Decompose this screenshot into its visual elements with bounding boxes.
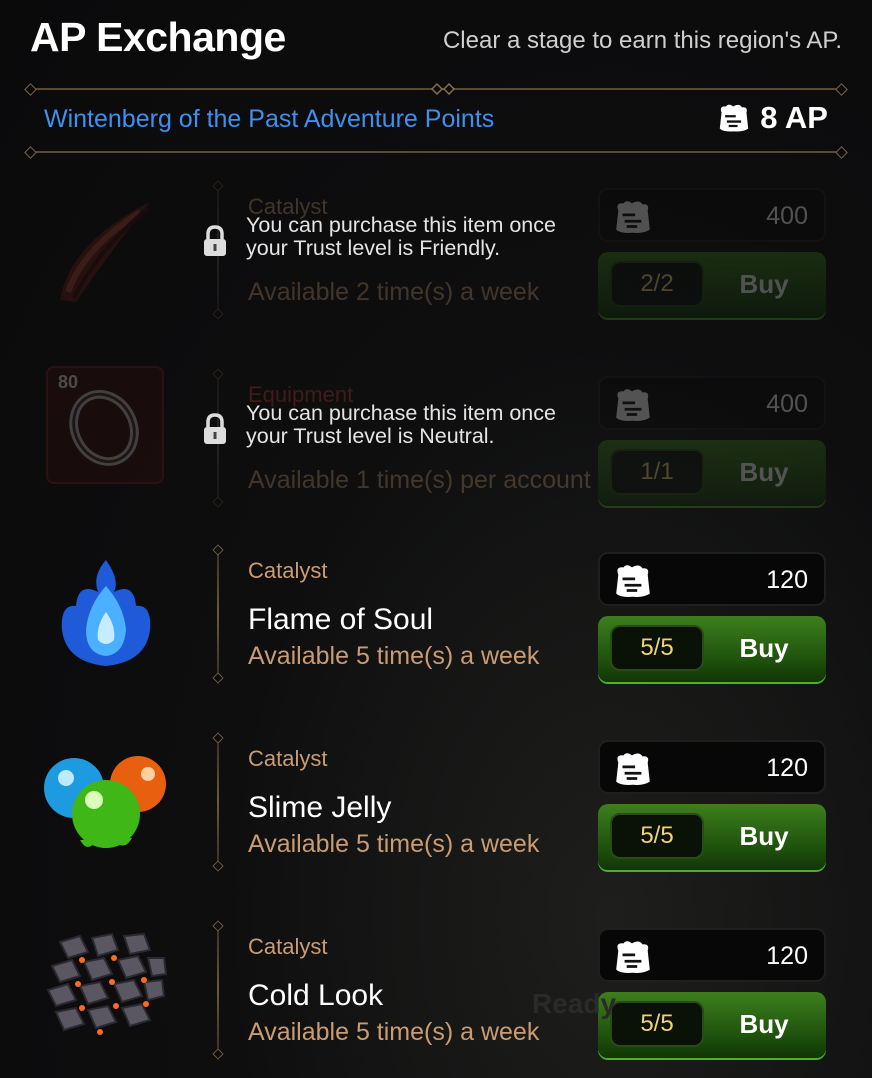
purchase-count: 5/5	[610, 625, 704, 671]
item-availability: Available 5 time(s) a week	[248, 642, 540, 670]
ap-bag-icon	[616, 565, 650, 597]
purchase-count: 5/5	[610, 1001, 704, 1047]
slime-jelly-icon	[40, 734, 172, 866]
buy-label: Buy	[739, 269, 789, 299]
item-divider	[217, 926, 219, 1054]
buy-label: Buy	[739, 633, 789, 663]
shop-item: Catalyst Cold Look Available 5 time(s) a…	[0, 904, 872, 1078]
price-value: 120	[766, 754, 808, 782]
price-box: 120	[598, 928, 826, 982]
header-hint: Clear a stage to earn this region's AP.	[442, 27, 842, 54]
item-category: Catalyst	[248, 558, 328, 583]
lock-icon	[204, 413, 226, 444]
header-divider-bottom	[30, 151, 842, 153]
item-divider	[217, 550, 219, 678]
buy-button[interactable]: 2/2 Buy	[598, 252, 826, 318]
buy-button[interactable]: 5/5 Buy	[598, 616, 826, 682]
purchase-count: 1/1	[610, 449, 704, 495]
ap-bag-icon	[616, 753, 650, 785]
blue-flame-icon	[40, 546, 172, 678]
stone-scales-icon	[40, 922, 172, 1054]
price-value: 120	[766, 942, 808, 970]
item-name: Flame of Soul	[248, 603, 434, 636]
divider-ornament-icon	[431, 83, 455, 95]
item-name: Slime Jelly	[248, 791, 392, 824]
ap-bag-icon	[616, 941, 650, 973]
buy-label: Buy	[739, 1009, 789, 1039]
level-badge: 80	[58, 372, 79, 392]
buy-button[interactable]: 5/5 Buy	[598, 992, 826, 1058]
ring-icon: 80	[46, 366, 164, 484]
item-availability: Available 5 time(s) a week	[248, 1018, 540, 1046]
lock-icon	[204, 225, 226, 256]
shop-item: 80 Equipment Available 1 time(s) per acc…	[0, 352, 872, 532]
price-box: 120	[598, 740, 826, 794]
background-ready-text: Ready	[532, 988, 617, 1019]
shop-item: Catalyst Slime Jelly Available 5 time(s)…	[0, 716, 872, 896]
lock-notice: You can purchase this item once your Tru…	[200, 402, 576, 448]
price-value: 400	[766, 202, 808, 230]
item-availability: Available 5 time(s) a week	[248, 830, 540, 858]
buy-label: Buy	[739, 457, 789, 487]
lock-notice: You can purchase this item once your Tru…	[200, 214, 576, 260]
ap-total-value: 8 AP	[760, 100, 828, 135]
region-ap-label: Wintenberg of the Past Adventure Points	[44, 105, 495, 133]
item-name: Cold Look	[248, 979, 384, 1012]
lock-message: You can purchase this item once your Tru…	[246, 401, 556, 448]
price-box: 400	[598, 376, 826, 430]
ap-bag-icon	[616, 389, 650, 421]
ap-bag-icon	[616, 201, 650, 233]
ap-bag-icon	[719, 104, 749, 132]
price-value: 400	[766, 390, 808, 418]
item-category: Catalyst	[248, 746, 328, 771]
page-title: AP Exchange	[30, 14, 286, 60]
braided-horn-icon	[40, 182, 172, 314]
item-category: Catalyst	[248, 934, 328, 959]
buy-button[interactable]: 5/5 Buy	[598, 804, 826, 870]
lock-message: You can purchase this item once your Tru…	[246, 213, 556, 260]
price-value: 120	[766, 566, 808, 594]
shop-item: Catalyst Flame of Soul Available 5 time(…	[0, 528, 872, 708]
shop-item: Catalyst Available 2 time(s) a week You …	[0, 164, 872, 344]
buy-button[interactable]: 1/1 Buy	[598, 440, 826, 506]
ap-total: 8 AP	[716, 100, 828, 136]
price-box: 400	[598, 188, 826, 242]
price-box: 120	[598, 552, 826, 606]
purchase-count: 2/2	[610, 261, 704, 307]
buy-label: Buy	[739, 821, 789, 851]
item-availability: Available 2 time(s) a week	[248, 278, 540, 306]
purchase-count: 5/5	[610, 813, 704, 859]
item-availability: Available 1 time(s) per account	[248, 466, 591, 494]
item-divider	[217, 738, 219, 866]
